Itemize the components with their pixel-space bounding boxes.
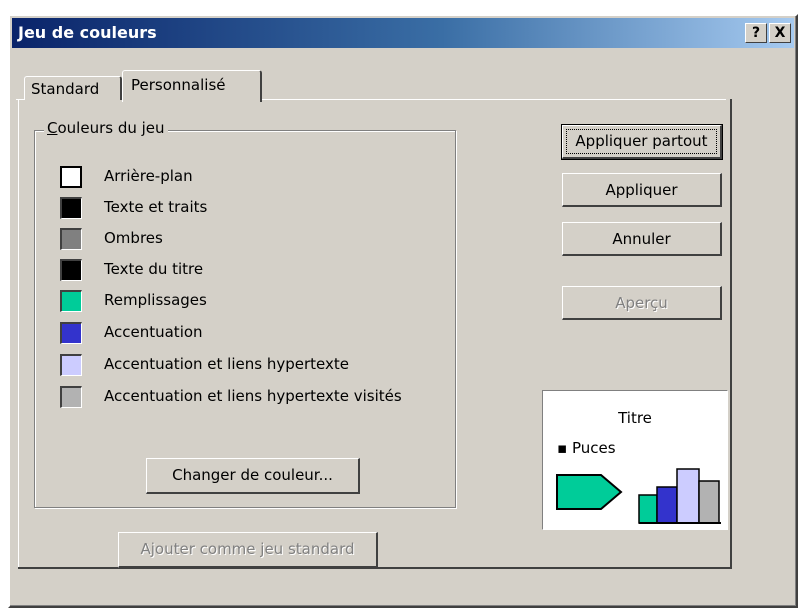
preview-bar xyxy=(676,468,700,524)
change-color-button[interactable]: Changer de couleur... xyxy=(146,458,360,494)
cancel-button[interactable]: Annuler xyxy=(562,222,722,256)
swatch-label: Ombres xyxy=(104,229,163,247)
scheme-preview: Titre ▪ Puces xyxy=(542,390,728,530)
swatch-label: Accentuation et liens hypertexte visités xyxy=(104,387,402,405)
apply-all-button[interactable]: Appliquer partout xyxy=(561,124,723,160)
add-as-standard-button[interactable]: Ajouter comme jeu standard xyxy=(118,532,378,568)
swatch-label: Accentuation et liens hypertexte xyxy=(104,355,349,373)
swatch-label: Remplissages xyxy=(104,291,207,309)
apply-button[interactable]: Appliquer xyxy=(562,173,722,207)
preview-bar xyxy=(698,480,720,524)
color-swatch[interactable] xyxy=(60,354,82,376)
preview-button[interactable]: Aperçu xyxy=(562,286,722,320)
swatch-label: Arrière-plan xyxy=(104,167,193,185)
help-button[interactable]: ? xyxy=(745,23,767,43)
swatch-label: Texte et traits xyxy=(104,198,208,216)
color-swatch[interactable] xyxy=(60,259,82,281)
focus-indicator xyxy=(566,129,717,154)
title-bar[interactable]: Jeu de couleurs ? X xyxy=(12,18,794,48)
preview-bar xyxy=(656,486,678,524)
color-swatch[interactable] xyxy=(60,386,82,408)
color-swatch[interactable] xyxy=(60,290,82,312)
color-scheme-groupbox xyxy=(34,130,456,508)
arrow-shape-icon xyxy=(556,474,623,510)
color-swatch[interactable] xyxy=(60,197,82,219)
tab-personnalise[interactable]: Personnalisé xyxy=(122,70,262,102)
group-legend-text: ouleurs du jeu xyxy=(57,119,165,137)
color-swatch[interactable] xyxy=(60,166,82,188)
swatch-label: Texte du titre xyxy=(104,260,204,278)
color-swatch[interactable] xyxy=(60,228,82,250)
color-swatch[interactable] xyxy=(60,322,82,344)
close-button[interactable]: X xyxy=(769,23,791,43)
preview-bar xyxy=(638,494,658,524)
dialog-title: Jeu de couleurs xyxy=(18,23,157,42)
group-legend: Couleurs du jeu xyxy=(44,119,168,137)
tab-standard[interactable]: Standard xyxy=(24,76,122,100)
preview-graphic xyxy=(556,468,721,524)
swatch-label: Accentuation xyxy=(104,323,203,341)
